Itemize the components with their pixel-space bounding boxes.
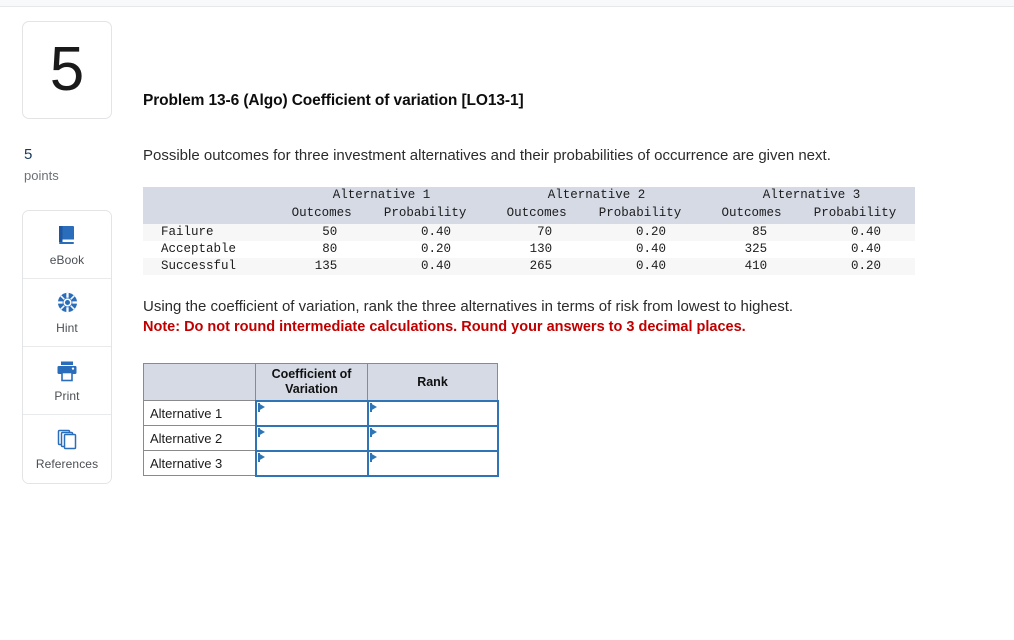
given-cell-a3-outcome-1: 325 — [744, 242, 768, 256]
print-button[interactable]: Print — [23, 346, 111, 415]
given-spacer-1 — [485, 187, 493, 204]
given-cell-a3-prob-1: 0.40 — [850, 242, 881, 256]
table-row: Failure 50 0.40 70 0.20 85 0.40 — [143, 223, 915, 241]
ebook-button[interactable]: eBook — [23, 210, 111, 279]
references-label: References — [35, 457, 99, 472]
answer-table-body: Alternative 1 Alternative 2 Alternative … — [143, 399, 499, 477]
question-number: 5 — [49, 35, 85, 104]
given-row-label-1: Acceptable — [161, 242, 237, 256]
cv-input-alternative-1[interactable] — [256, 401, 367, 425]
given-table-sub-header-row: Outcomes Probability Outcomes Probabilit… — [143, 203, 915, 224]
given-cell-a2-outcome-2: 265 — [529, 259, 553, 273]
cv-input-alternative-2[interactable] — [256, 426, 367, 450]
given-table-body: Failure 50 0.40 70 0.20 85 0.40 Acceptab… — [143, 223, 915, 275]
question-number-box: 5 — [22, 21, 112, 119]
given-sub-probability-1: Probability — [383, 205, 467, 220]
given-cell-a2-outcome-1: 130 — [529, 242, 553, 256]
given-cell-a3-prob-0: 0.40 — [850, 225, 881, 239]
given-sub-outcomes-1: Outcomes — [291, 205, 352, 220]
rank-input-alternative-2[interactable] — [368, 426, 497, 450]
answer-row-label-1: Alternative 2 — [143, 425, 256, 452]
answer-table-head: Coefficient of Variation Rank — [143, 363, 498, 402]
references-button[interactable]: References — [23, 414, 111, 483]
given-cell-a1-prob-0: 0.40 — [421, 225, 452, 239]
given-cell-a1-prob-2: 0.40 — [421, 259, 452, 273]
table-row: Alternative 3 — [143, 449, 499, 477]
given-spacer-3 — [485, 204, 493, 224]
table-row: Alternative 2 — [143, 424, 499, 452]
given-cell-a1-prob-1: 0.20 — [421, 242, 452, 256]
given-sub-probability-2: Probability — [598, 205, 682, 220]
given-row-label-2: Successful — [161, 259, 237, 273]
given-data-table: Alternative 1 Alternative 2 Alternative … — [143, 186, 915, 275]
given-spacer-2 — [700, 187, 708, 204]
left-rail: 5 5 points eBook Hint Print References — [22, 21, 112, 484]
lead-text: Possible outcomes for three investment a… — [143, 147, 831, 164]
copy-pages-icon — [55, 426, 79, 452]
print-label: Print — [54, 388, 80, 403]
answer-row-label-0: Alternative 1 — [143, 400, 256, 427]
answer-table-wrap: Coefficient of Variation Rank Alternativ… — [143, 363, 1003, 477]
printer-icon — [55, 358, 79, 384]
given-cell-a2-outcome-0: 70 — [537, 225, 553, 239]
page-title: Problem 13-6 (Algo) Coefficient of varia… — [143, 92, 524, 109]
table-row: Alternative 1 — [143, 399, 499, 427]
rank-input-cell-alternative-1[interactable] — [366, 399, 499, 427]
given-cell-a3-prob-2: 0.20 — [850, 259, 881, 273]
given-cell-a2-prob-0: 0.20 — [635, 225, 666, 239]
book-icon — [55, 222, 79, 248]
main-content: Problem 13-6 (Algo) Coefficient of varia… — [143, 0, 1003, 477]
cv-input-alternative-3[interactable] — [256, 451, 367, 475]
answer-header-blank — [143, 363, 256, 402]
ebook-label: eBook — [49, 252, 85, 267]
answer-row-label-2: Alternative 3 — [143, 450, 256, 477]
rank-input-alternative-3[interactable] — [368, 451, 497, 475]
given-cell-a2-prob-2: 0.40 — [635, 259, 666, 273]
cv-input-cell-alternative-1[interactable] — [254, 399, 369, 427]
table-row: Successful 135 0.40 265 0.40 410 0.20 — [143, 257, 915, 275]
question-page: 5 5 points eBook Hint Print References P… — [0, 0, 1014, 640]
given-group-alt2: Alternative 2 — [547, 187, 646, 202]
given-cell-a1-outcome-2: 135 — [314, 259, 338, 273]
given-sub-blank — [143, 204, 278, 224]
given-cell-a3-outcome-0: 85 — [752, 225, 768, 239]
given-group-alt3: Alternative 3 — [762, 187, 861, 202]
hint-button[interactable]: Hint — [23, 278, 111, 347]
answer-header-row: Coefficient of Variation Rank — [143, 363, 498, 402]
given-group-blank — [143, 187, 278, 204]
given-cell-a2-prob-1: 0.40 — [635, 242, 666, 256]
points-label: points — [24, 167, 59, 183]
answer-header-cv: Coefficient of Variation — [255, 363, 368, 402]
given-sub-outcomes-2: Outcomes — [506, 205, 567, 220]
given-cell-a1-outcome-0: 50 — [322, 225, 338, 239]
cv-input-cell-alternative-2[interactable] — [254, 424, 369, 452]
given-spacer-4 — [700, 204, 708, 224]
rank-input-cell-alternative-3[interactable] — [366, 449, 499, 477]
given-table-head: Alternative 1 Alternative 2 Alternative … — [143, 186, 915, 224]
rank-input-alternative-1[interactable] — [368, 401, 497, 425]
given-row-label-0: Failure — [161, 225, 214, 239]
instruction-text: Using the coefficient of variation, rank… — [143, 297, 794, 315]
given-sub-outcomes-3: Outcomes — [721, 205, 782, 220]
answer-header-rank: Rank — [367, 363, 498, 402]
given-table-group-header-row: Alternative 1 Alternative 2 Alternative … — [143, 186, 915, 204]
lifebuoy-icon — [56, 290, 79, 316]
answer-table: Coefficient of Variation Rank Alternativ… — [143, 363, 499, 477]
cv-input-cell-alternative-3[interactable] — [254, 449, 369, 477]
given-sub-probability-3: Probability — [813, 205, 897, 220]
note-text: Note: Do not round intermediate calculat… — [143, 319, 746, 336]
table-row: Acceptable 80 0.20 130 0.40 325 0.40 — [143, 240, 915, 258]
given-cell-a1-outcome-1: 80 — [322, 242, 338, 256]
hint-label: Hint — [56, 320, 78, 335]
points-block: 5 points — [22, 146, 112, 185]
given-cell-a3-outcome-2: 410 — [744, 259, 768, 273]
rank-input-cell-alternative-2[interactable] — [366, 424, 499, 452]
points-value: 5 — [24, 146, 33, 163]
given-group-alt1: Alternative 1 — [332, 187, 431, 202]
tool-stack: eBook Hint Print References — [22, 209, 112, 484]
